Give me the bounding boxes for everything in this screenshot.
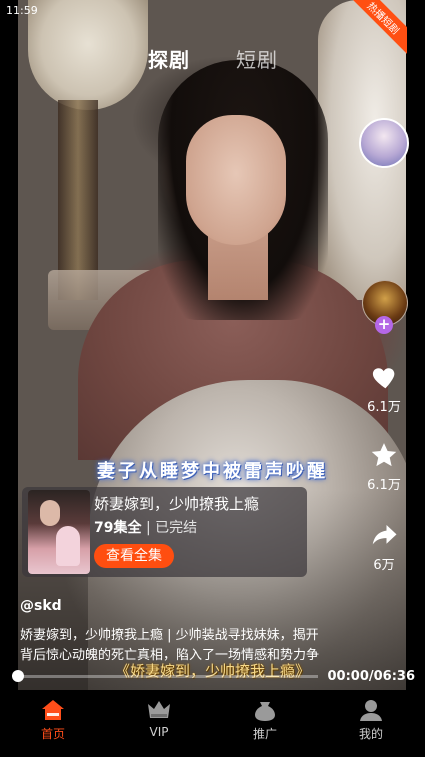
nav-home[interactable]: 首页	[18, 698, 88, 742]
poster-figure-male	[40, 500, 60, 526]
profile-icon	[360, 700, 382, 721]
top-tabs: 探剧 短剧	[0, 44, 425, 74]
promote-bag-icon	[255, 702, 275, 721]
nav-me[interactable]: 我的	[336, 698, 406, 742]
home-icon	[42, 700, 64, 720]
progress-bar[interactable]	[18, 675, 318, 678]
tab-discover[interactable]: 探剧	[148, 44, 190, 73]
author-handle[interactable]: @skd	[20, 598, 62, 614]
like-count: 6.1万	[367, 400, 401, 415]
share-count: 6万	[373, 558, 395, 573]
creator-avatar[interactable]	[359, 118, 409, 168]
video-subtitle: 妻子从睡梦中被雷声吵醒	[97, 461, 328, 482]
view-all-episodes-button[interactable]: 查看全集	[94, 544, 174, 568]
drama-status: | 已完结	[145, 520, 198, 536]
poster-figure-female	[56, 526, 80, 566]
drama-card-meta: 79集全 | 已完结	[94, 517, 197, 537]
nav-home-label: 首页	[40, 727, 65, 741]
heart-icon	[372, 368, 395, 389]
share-button[interactable]: 6万	[364, 520, 404, 573]
status-bar-time: 11:59	[6, 4, 38, 17]
share-arrow-icon	[372, 525, 397, 545]
bottom-nav: 首页 VIP 推广 我的	[0, 690, 425, 757]
drama-card-title: 娇妻嫁到，少帅撩我上瘾	[94, 495, 260, 513]
scene-actress-face	[186, 115, 286, 245]
nav-me-label: 我的	[358, 727, 383, 741]
nav-promote[interactable]: 推广	[230, 698, 300, 742]
nav-vip-label: VIP	[149, 725, 169, 739]
crown-icon	[148, 701, 170, 718]
progress-knob[interactable]	[12, 670, 24, 682]
follow-plus-icon[interactable]: +	[375, 316, 393, 334]
short-drama-player-screen: 11:59 热播短剧 探剧 短剧 + 6.1万 6.1万 6万 妻子从睡梦中被雷…	[0, 0, 425, 757]
playback-time: 00:00/06:36	[327, 669, 415, 684]
tab-short-drama[interactable]: 短剧	[236, 44, 278, 73]
nav-promote-label: 推广	[252, 727, 277, 741]
video-frame[interactable]	[18, 0, 406, 690]
drama-episode-count: 79集全	[94, 520, 142, 536]
nav-vip[interactable]: VIP	[124, 698, 194, 739]
like-button[interactable]: 6.1万	[364, 362, 404, 415]
drama-card[interactable]: 娇妻嫁到，少帅撩我上瘾 79集全 | 已完结 查看全集	[22, 487, 307, 577]
drama-poster	[28, 490, 90, 574]
